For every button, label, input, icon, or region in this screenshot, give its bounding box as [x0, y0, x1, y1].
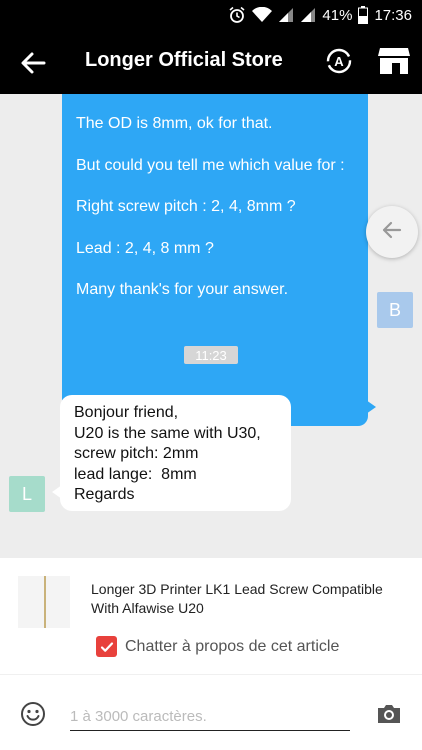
message-line: screw pitch: 2mm — [74, 445, 199, 462]
product-title[interactable]: Longer 3D Printer LK1 Lead Screw Compati… — [91, 580, 411, 618]
scroll-back-button[interactable] — [366, 206, 418, 258]
translate-icon[interactable]: A — [323, 45, 355, 77]
battery-icon — [358, 6, 369, 24]
outgoing-message: The OD is 8mm, ok for that. But could yo… — [62, 94, 376, 426]
app-header: Longer Official Store A — [0, 30, 422, 94]
avatar[interactable]: L — [9, 476, 45, 512]
svg-text:A: A — [334, 54, 344, 69]
page-title: Longer Official Store — [85, 49, 283, 71]
message-line: Right screw pitch : 2, 4, 8mm ? — [76, 198, 296, 215]
message-input-bar — [0, 674, 422, 750]
incoming-message: Bonjour friend, U20 is the same with U30… — [52, 395, 291, 511]
emoji-icon[interactable] — [20, 701, 46, 727]
chat-area[interactable]: The OD is 8mm, ok for that. But could yo… — [0, 94, 422, 558]
message-timestamp: 11:23 — [184, 346, 238, 364]
message-line: But could you tell me which value for : — [76, 156, 345, 174]
signal-icon — [278, 7, 294, 23]
product-card[interactable]: Longer 3D Printer LK1 Lead Screw Compati… — [0, 558, 422, 674]
arrow-left-icon — [380, 218, 404, 247]
message-line: The OD is 8mm, ok for that. — [76, 115, 273, 132]
message-line: lead lange: 8mm — [74, 465, 197, 483]
wifi-icon — [252, 7, 273, 23]
message-input[interactable] — [70, 703, 350, 731]
chat-about-item-label[interactable]: Chatter à propos de cet article — [125, 638, 339, 656]
back-arrow-icon[interactable] — [18, 48, 48, 78]
message-line: Lead : 2, 4, 8 mm ? — [76, 239, 214, 257]
avatar[interactable]: B — [377, 292, 413, 328]
message-line: U20 is the same with U30, — [74, 424, 261, 442]
message-line: Many thank's for your answer. — [76, 281, 289, 298]
store-icon[interactable] — [378, 46, 410, 76]
signal-icon-2 — [300, 7, 316, 23]
product-thumbnail[interactable] — [18, 576, 70, 628]
message-line: Bonjour friend, — [74, 404, 179, 421]
status-bar: 41% 17:36 — [0, 0, 422, 30]
checkbox-checked-icon[interactable] — [96, 636, 117, 657]
chat-about-item-toggle[interactable]: Chatter à propos de cet article — [96, 636, 339, 657]
camera-icon[interactable] — [376, 703, 402, 725]
clock-time: 17:36 — [374, 6, 412, 24]
alarm-icon — [228, 6, 246, 24]
battery-percent: 41% — [322, 6, 353, 24]
message-line: Regards — [74, 486, 135, 503]
